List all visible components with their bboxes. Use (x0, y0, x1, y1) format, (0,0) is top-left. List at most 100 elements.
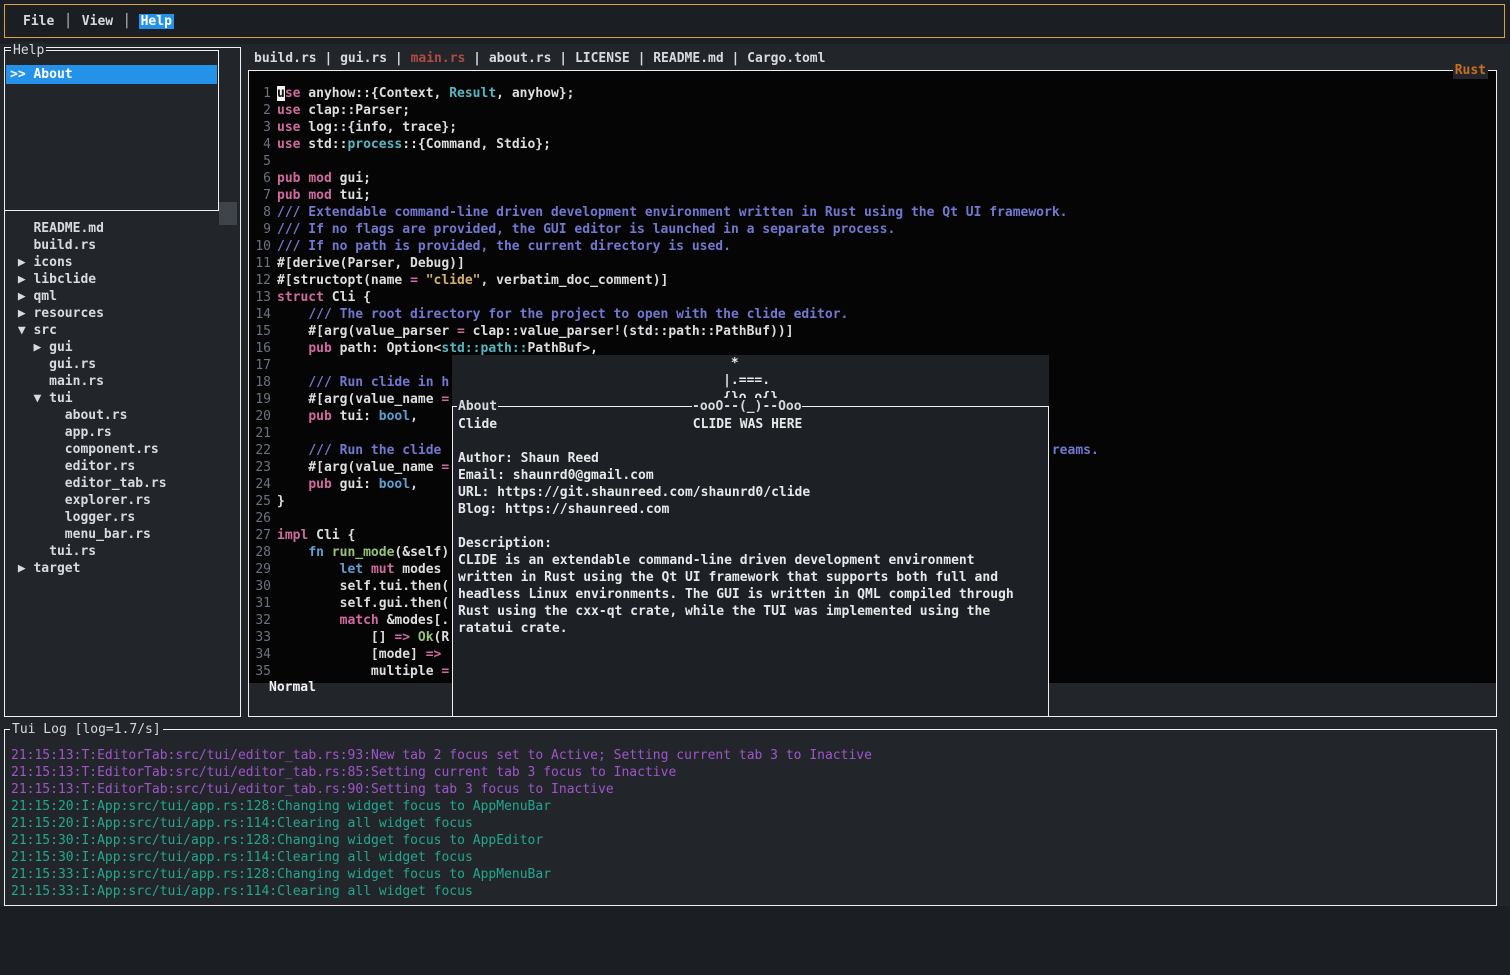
code-text: pub gui: bool, (271, 476, 418, 493)
about-content-row: CLIDE is an extendable command-line driv… (458, 552, 975, 569)
code-line-15[interactable]: 15 #[arg(value_parser = clap::value_pars… (249, 323, 1496, 340)
tree-item-icons[interactable]: ▶ icons (10, 254, 73, 271)
code-text: #[derive(Parser, Debug)] (271, 255, 465, 272)
code-text: } (271, 493, 285, 510)
line-number: 11 (249, 255, 271, 272)
tab-gui-rs[interactable]: gui.rs (340, 51, 387, 66)
tree-item-menu-bar-rs[interactable]: menu_bar.rs (10, 526, 151, 543)
line-number: 10 (249, 238, 271, 255)
about-content-row: Clide CLIDE WAS HERE (458, 416, 802, 433)
line-number: 3 (249, 119, 271, 136)
code-line-3[interactable]: 3use log::{info, trace}; (249, 119, 1496, 136)
tree-item-readme-md[interactable]: README.md (10, 220, 104, 237)
line-number: 32 (249, 612, 271, 629)
tree-item-editor-tab-rs[interactable]: editor_tab.rs (10, 475, 167, 492)
menu-bar: File │ View │ Help (4, 4, 1505, 38)
about-content-row: Description: (458, 535, 552, 552)
code-line-10[interactable]: 10/// If no path is provided, the curren… (249, 238, 1496, 255)
tree-item-gui-rs[interactable]: gui.rs (10, 356, 96, 373)
about-content-row: Author: Shaun Reed (458, 450, 599, 467)
code-text: /// Run clide in h (271, 374, 449, 391)
code-text: /// If no path is provided, the current … (271, 238, 731, 255)
about-content-row: ratatui crate. (458, 620, 568, 637)
line-number: 16 (249, 340, 271, 357)
tree-item-app-rs[interactable]: app.rs (10, 424, 112, 441)
tree-item-explorer-rs[interactable]: explorer.rs (10, 492, 151, 509)
about-dialog-title: About (457, 398, 498, 415)
code-line-4[interactable]: 4use std::process::{Command, Stdio}; (249, 136, 1496, 153)
line-number: 30 (249, 578, 271, 595)
line-number: 7 (249, 187, 271, 204)
log-entry: 21:15:13:T:EditorTab:src/tui/editor_tab.… (11, 781, 614, 798)
about-content-row: URL: https://git.shaunreed.com/shaunrd0/… (458, 484, 810, 501)
code-line-2[interactable]: 2use clap::Parser; (249, 102, 1496, 119)
about-content-row: written in Rust using the Qt UI framewor… (458, 569, 998, 586)
line-number: 4 (249, 136, 271, 153)
tree-item-component-rs[interactable]: component.rs (10, 441, 159, 458)
code-line-9[interactable]: 9/// If no flags are provided, the GUI e… (249, 221, 1496, 238)
tree-item-logger-rs[interactable]: logger.rs (10, 509, 135, 526)
menu-item-help[interactable]: Help (139, 14, 174, 29)
tab-main-rs[interactable]: main.rs (411, 51, 466, 66)
log-entry: 21:15:30:I:App:src/tui/app.rs:114:Cleari… (11, 849, 473, 866)
ascii-art-row: |.===. (457, 372, 770, 389)
code-line-8[interactable]: 8/// Extendable command-line driven deve… (249, 204, 1496, 221)
menu-item-file[interactable]: File (21, 14, 56, 29)
tree-item-build-rs[interactable]: build.rs (10, 237, 96, 254)
code-text: /// The root directory for the project t… (271, 306, 848, 323)
code-text: match &modes[. (271, 612, 449, 629)
code-line-1[interactable]: 1use anyhow::{Context, Result, anyhow}; (249, 85, 1496, 102)
code-line-6[interactable]: 6pub mod gui; (249, 170, 1496, 187)
tab-about-rs[interactable]: about.rs (489, 51, 552, 66)
explorer-scrollbar-thumb[interactable] (219, 202, 237, 225)
code-line-11[interactable]: 11#[derive(Parser, Debug)] (249, 255, 1496, 272)
line-number: 5 (249, 153, 271, 170)
code-line-14[interactable]: 14 /// The root directory for the projec… (249, 306, 1496, 323)
ascii-art-feet: -ooO--(_)--Ooo (692, 398, 802, 415)
code-text: use clap::Parser; (271, 102, 410, 119)
tab-separator: | (317, 51, 340, 66)
line-number: 35 (249, 663, 271, 680)
code-line-12[interactable]: 12#[structopt(name = "clide", verbatim_d… (249, 272, 1496, 289)
dropdown-item-about[interactable]: >> About (6, 65, 217, 84)
about-dialog: * |.===. {}o o{} About -ooO--(_)--Ooo Cl… (452, 355, 1049, 717)
tab-license[interactable]: LICENSE (575, 51, 630, 66)
code-text: #[arg(value_name = (271, 391, 449, 408)
tree-item-about-rs[interactable]: about.rs (10, 407, 127, 424)
tree-item-editor-rs[interactable]: editor.rs (10, 458, 135, 475)
tree-item-qml[interactable]: ▶ qml (10, 288, 57, 305)
line-number: 19 (249, 391, 271, 408)
tree-item-main-rs[interactable]: main.rs (10, 373, 104, 390)
tree-item-tui[interactable]: ▼ tui (10, 390, 73, 407)
editor-tab-bar: build.rs | gui.rs | main.rs | about.rs |… (254, 50, 825, 67)
tree-item-gui[interactable]: ▶ gui (10, 339, 73, 356)
code-text (271, 153, 277, 170)
tab-build-rs[interactable]: build.rs (254, 51, 317, 66)
tree-item-tui-rs[interactable]: tui.rs (10, 543, 96, 560)
help-dropdown-title: Help (11, 42, 46, 59)
tui-log-panel[interactable]: Tui Log [log=1.7/s] 21:15:13:T:EditorTab… (4, 729, 1497, 906)
code-text: #[structopt(name = "clide", verbatim_doc… (271, 272, 668, 289)
line-number: 31 (249, 595, 271, 612)
line-number: 29 (249, 561, 271, 578)
log-entry: 21:15:33:I:App:src/tui/app.rs:114:Cleari… (11, 883, 473, 900)
tree-item-src[interactable]: ▼ src (10, 322, 57, 339)
tree-item-target[interactable]: ▶ target (10, 560, 80, 577)
code-text: /// Extendable command-line driven devel… (271, 204, 1068, 221)
code-text: self.tui.then( (271, 578, 449, 595)
tree-item-resources[interactable]: ▶ resources (10, 305, 104, 322)
line-number: 27 (249, 527, 271, 544)
log-entry: 21:15:13:T:EditorTab:src/tui/editor_tab.… (11, 764, 676, 781)
code-text: [mode] => (271, 646, 441, 663)
code-line-7[interactable]: 7pub mod tui; (249, 187, 1496, 204)
tree-item-libclide[interactable]: ▶ libclide (10, 271, 96, 288)
tab-readme-md[interactable]: README.md (653, 51, 723, 66)
line-number: 2 (249, 102, 271, 119)
tab-cargo-toml[interactable]: Cargo.toml (747, 51, 825, 66)
menu-item-view[interactable]: View (80, 14, 115, 29)
code-text (271, 357, 277, 374)
code-text: #[arg(value_parser = clap::value_parser!… (271, 323, 794, 340)
code-line-13[interactable]: 13struct Cli { (249, 289, 1496, 306)
line-number: 12 (249, 272, 271, 289)
code-line-5[interactable]: 5 (249, 153, 1496, 170)
